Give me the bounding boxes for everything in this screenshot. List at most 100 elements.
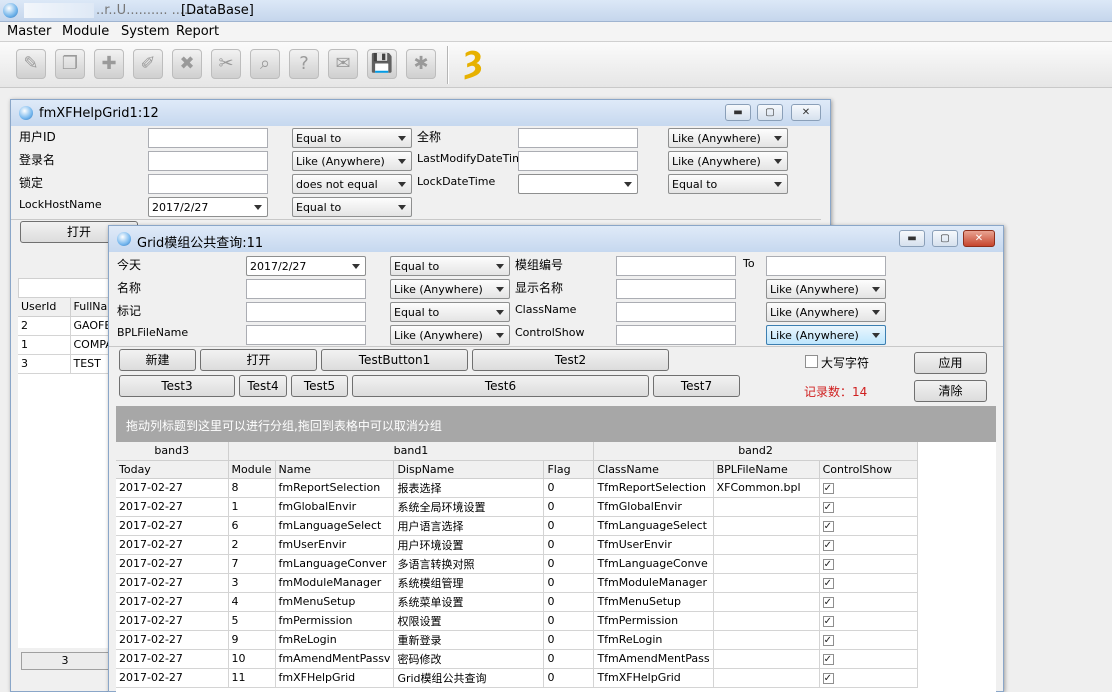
menu-system[interactable]: System [121, 24, 169, 39]
search-icon[interactable]: ⌕ [250, 49, 280, 79]
running-man-icon[interactable]: Ȝ [456, 47, 490, 83]
table-row[interactable]: 2017-02-27 2 fmUserEnvir 用户环境设置 0 TfmUserEnvi… [116, 535, 918, 555]
today-date-select[interactable]: 2017/2/27 [246, 256, 366, 276]
col-bplfilename[interactable]: BPLFileName [713, 460, 820, 479]
copy-icon[interactable]: ❐ [55, 49, 85, 79]
table-row[interactable]: 2017-02-27 5 fmPermission 权限设置 0 TfmPermissio… [116, 611, 918, 631]
col-dispname[interactable]: DispName [393, 460, 545, 479]
band3-header[interactable]: band3 [116, 442, 229, 461]
op-select-full-name[interactable]: Like (Anywhere) [668, 128, 788, 148]
edit-icon[interactable]: ✐ [133, 49, 163, 79]
locked-input[interactable] [148, 174, 268, 194]
control-show-checkbox[interactable]: ✓ [822, 558, 834, 570]
module-no-input[interactable] [616, 256, 736, 276]
control-show-checkbox[interactable]: ✓ [822, 501, 834, 513]
col-userid[interactable]: UserId [18, 298, 71, 317]
op-select-today[interactable]: Equal to [390, 256, 510, 276]
control-show-checkbox[interactable]: ✓ [822, 672, 834, 684]
menu-report[interactable]: Report [176, 24, 219, 39]
test4-button[interactable]: Test4 [239, 375, 287, 397]
minimize-button[interactable]: ▬ [725, 104, 751, 121]
help-icon[interactable]: ? [289, 49, 319, 79]
lock-datetime-select[interactable] [518, 174, 638, 194]
table-row[interactable]: 2017-02-27 3 fmModuleManager 系统模组管理 0 TfmModu… [116, 573, 918, 593]
band1-header[interactable]: band1 [228, 442, 595, 461]
op-select-last-modify[interactable]: Like (Anywhere) [668, 151, 788, 171]
test2-button[interactable]: Test2 [472, 349, 669, 371]
col-classname[interactable]: ClassName [593, 460, 714, 479]
menu-master[interactable]: Master [7, 24, 51, 39]
lock-host-date-select[interactable]: 2017/2/27 [148, 197, 268, 217]
op-select-lock-host[interactable]: Equal to [292, 197, 412, 217]
table-row[interactable]: 2017-02-27 8 fmReportSelection 报表选择 0 TfmRepo… [116, 478, 918, 498]
menu-module[interactable]: Module [62, 24, 109, 39]
test-button-1[interactable]: TestButton1 [321, 349, 468, 371]
op-select-display-name[interactable]: Like (Anywhere) [766, 279, 886, 299]
col-controlshow[interactable]: ControlShow [819, 460, 918, 479]
op-select-flag[interactable]: Equal to [390, 302, 510, 322]
op-select-control-show[interactable]: Like (Anywhere) [766, 325, 886, 345]
col-module[interactable]: Module [228, 460, 276, 479]
uppercase-checkbox[interactable] [805, 355, 818, 368]
table-row[interactable]: 2017-02-27 11 fmXFHelpGrid Grid模组公共查询 0 TfmXF… [116, 668, 918, 688]
name-input[interactable] [246, 279, 366, 299]
group-by-area[interactable]: 拖动列标题到这里可以进行分组,拖回到表格中可以取消分组 [116, 406, 996, 442]
control-show-checkbox[interactable]: ✓ [822, 653, 834, 665]
last-modify-input[interactable] [518, 151, 638, 171]
maximize-button[interactable]: ▢ [932, 230, 958, 247]
table-row[interactable]: 2017-02-27 6 fmLanguageSelect 用户语言选择 0 TfmLan… [116, 516, 918, 536]
delete-icon[interactable]: ✖ [172, 49, 202, 79]
control-show-checkbox[interactable]: ✓ [822, 634, 834, 646]
op-select-name[interactable]: Like (Anywhere) [390, 279, 510, 299]
module-no-to-input[interactable] [766, 256, 886, 276]
class-name-input[interactable] [616, 302, 736, 322]
display-name-input[interactable] [616, 279, 736, 299]
full-name-input[interactable] [518, 128, 638, 148]
new-doc-icon[interactable]: ✚ [94, 49, 124, 79]
apply-button[interactable]: 应用 [914, 352, 987, 374]
new-button[interactable]: 新建 [119, 349, 196, 371]
col-today[interactable]: Today [116, 460, 229, 479]
footer-count: 3 [21, 652, 109, 670]
user-id-input[interactable] [148, 128, 268, 148]
control-show-checkbox[interactable]: ✓ [822, 539, 834, 551]
control-show-input[interactable] [616, 325, 736, 345]
cut-icon[interactable]: ✂ [211, 49, 241, 79]
col-name[interactable]: Name [275, 460, 395, 479]
wizard-icon[interactable]: ✎ [16, 49, 46, 79]
table-row[interactable]: 2017-02-27 9 fmReLogin 重新登录 0 TfmReLogin ✓ [116, 630, 918, 650]
test6-button[interactable]: Test6 [352, 375, 649, 397]
op-select-bpl[interactable]: Like (Anywhere) [390, 325, 510, 345]
op-select-user-id[interactable]: Equal to [292, 128, 412, 148]
open-button[interactable]: 打开 [200, 349, 317, 371]
test7-button[interactable]: Test7 [653, 375, 740, 397]
minimize-button[interactable]: ▬ [899, 230, 925, 247]
save-disk-icon[interactable]: 💾 [367, 49, 397, 79]
op-select-locked[interactable]: does not equal [292, 174, 412, 194]
op-select-lock-datetime[interactable]: Equal to [668, 174, 788, 194]
bpl-input[interactable] [246, 325, 366, 345]
settings-icon[interactable]: ✱ [406, 49, 436, 79]
control-show-checkbox[interactable]: ✓ [822, 596, 834, 608]
close-button[interactable]: ✕ [963, 230, 995, 247]
control-show-checkbox[interactable]: ✓ [822, 615, 834, 627]
test5-button[interactable]: Test5 [291, 375, 348, 397]
control-show-checkbox[interactable]: ✓ [822, 577, 834, 589]
maximize-button[interactable]: ▢ [757, 104, 783, 121]
table-row[interactable]: 2017-02-27 1 fmGlobalEnvir 系统全局环境设置 0 TfmGlob… [116, 497, 918, 517]
band2-header[interactable]: band2 [593, 442, 918, 461]
table-row[interactable]: 2017-02-27 4 fmMenuSetup 系统菜单设置 0 TfmMenuSetu… [116, 592, 918, 612]
close-button[interactable]: ✕ [791, 104, 821, 121]
flag-input[interactable] [246, 302, 366, 322]
control-show-checkbox[interactable]: ✓ [822, 520, 834, 532]
table-row[interactable]: 2017-02-27 10 fmAmendMentPassv 密码修改 0 TfmAmen… [116, 649, 918, 669]
op-select-login-name[interactable]: Like (Anywhere) [292, 151, 412, 171]
table-row[interactable]: 2017-02-27 7 fmLanguageConver 多语言转换对照 0 TfmLa… [116, 554, 918, 574]
col-flag[interactable]: Flag [543, 460, 595, 479]
scroll-icon[interactable]: ✉ [328, 49, 358, 79]
login-name-input[interactable] [148, 151, 268, 171]
op-select-class-name[interactable]: Like (Anywhere) [766, 302, 886, 322]
clear-button[interactable]: 清除 [914, 380, 987, 402]
test3-button[interactable]: Test3 [119, 375, 235, 397]
control-show-checkbox[interactable]: ✓ [822, 482, 834, 494]
